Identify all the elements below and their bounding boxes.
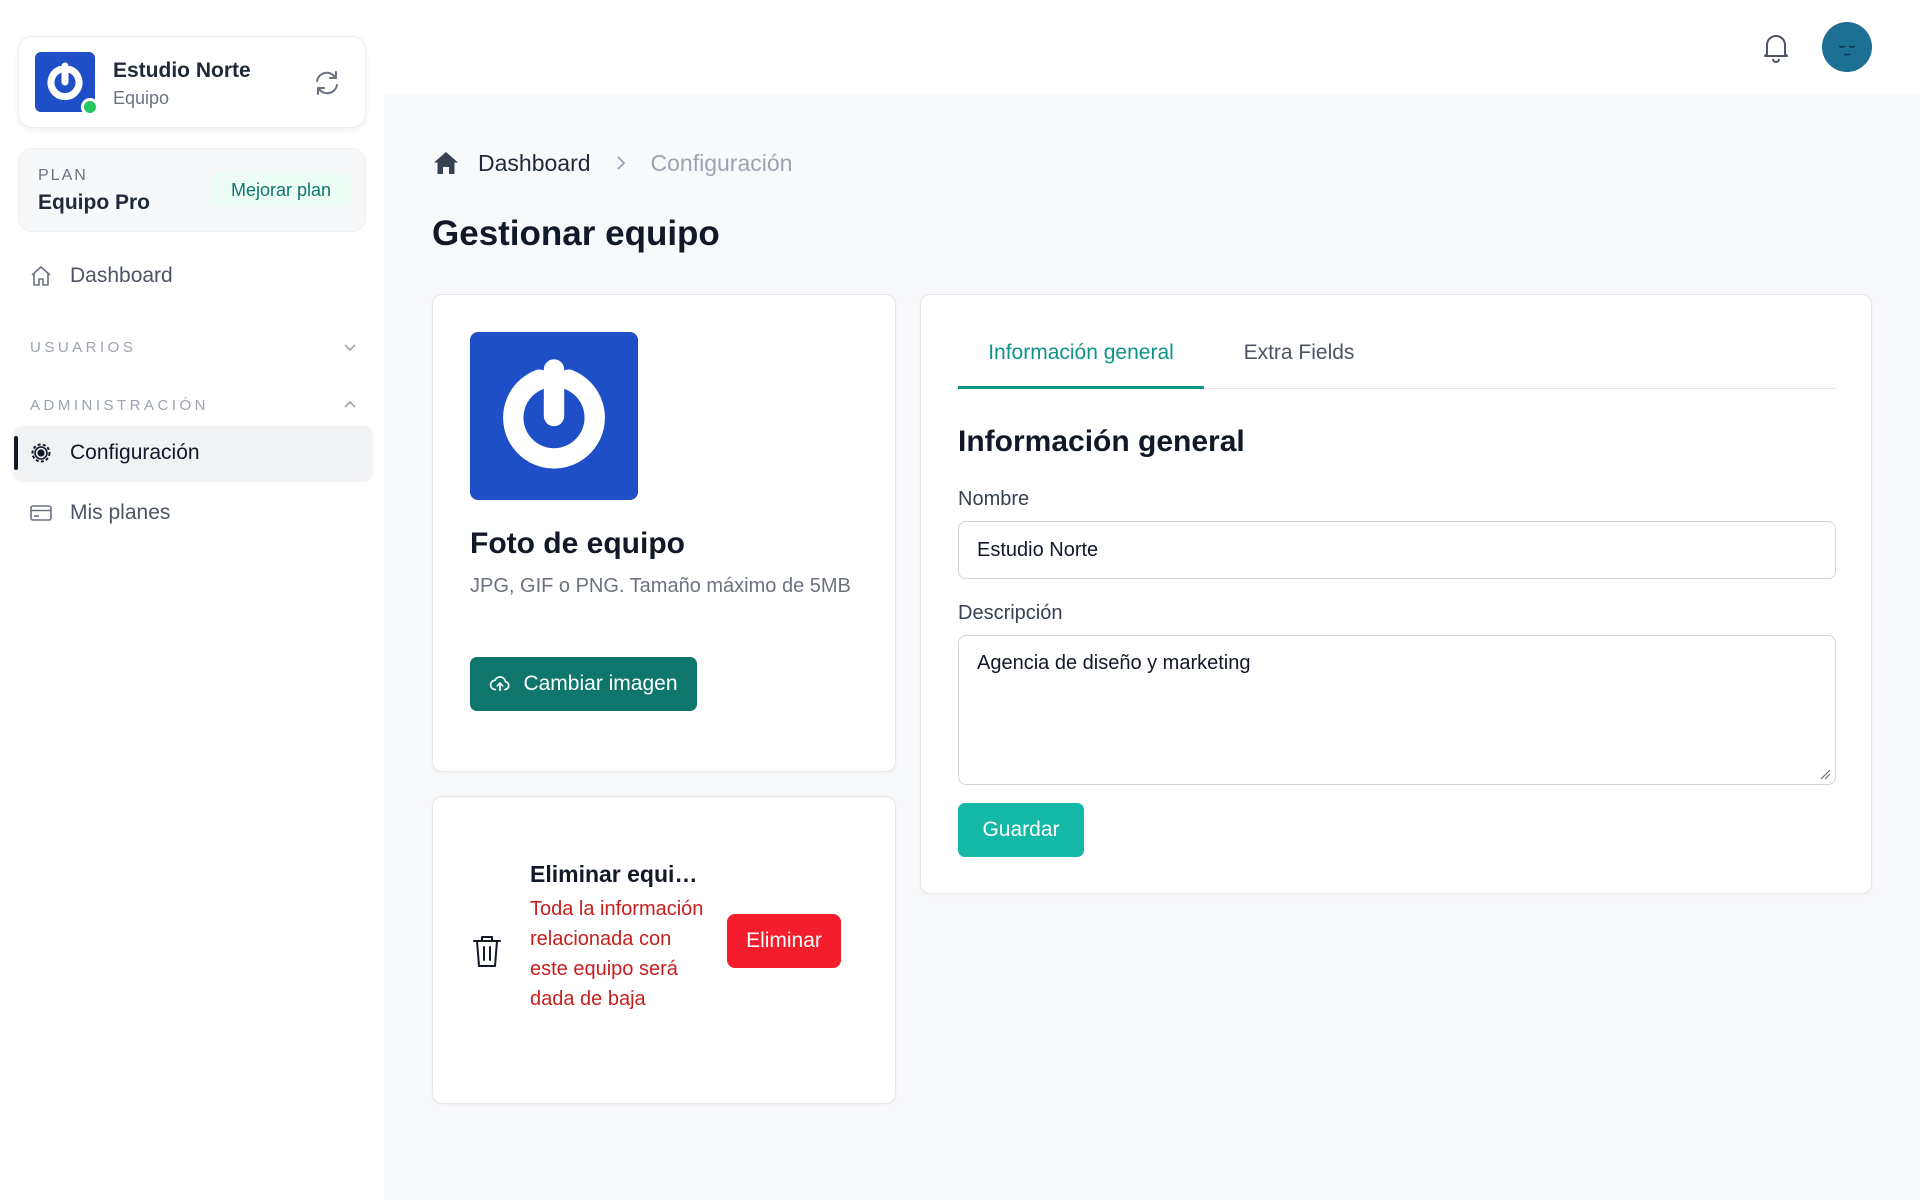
tab-informacion-general[interactable]: Información general (958, 331, 1204, 389)
photo-hint: JPG, GIF o PNG. Tamaño máximo de 5MB (470, 575, 851, 597)
tabs: Información general Extra Fields (958, 331, 1836, 389)
plan-name: Equipo Pro (38, 191, 150, 214)
sidebar-item-dashboard[interactable]: Dashboard (14, 249, 372, 303)
bell-icon[interactable] (1758, 29, 1794, 65)
change-image-button[interactable]: Cambiar imagen (470, 657, 697, 711)
team-photo-card: Foto de equipo JPG, GIF o PNG. Tamaño má… (432, 294, 896, 772)
plan-label: PLAN (38, 167, 88, 184)
online-status-dot (81, 98, 99, 116)
upgrade-plan-button[interactable]: Mejorar plan (211, 173, 351, 207)
team-name: Estudio Norte (113, 59, 251, 82)
plan-card: PLAN Equipo Pro Mejorar plan (18, 148, 366, 232)
page-title: Gestionar equipo (432, 214, 720, 253)
section-title: Información general (958, 425, 1245, 458)
team-photo (470, 332, 638, 500)
name-field[interactable]: Estudio Norte (958, 521, 1836, 579)
delete-team-card: Eliminar equipo Toda la información rela… (432, 796, 896, 1104)
delete-title: Eliminar equipo (530, 861, 700, 887)
chevron-right-icon (616, 156, 625, 170)
avatar[interactable] (1822, 22, 1872, 72)
sidebar-item-label: Mis planes (70, 501, 171, 524)
team-switcher[interactable]: Estudio Norte Equipo (18, 36, 366, 128)
sidebar-item-label: Dashboard (70, 264, 173, 287)
resize-handle-icon[interactable] (1819, 768, 1831, 780)
section-label: ADMINISTRACIÓN (30, 396, 210, 414)
general-info-card: Información general Extra Fields Informa… (920, 294, 1872, 894)
sidebar: Estudio Norte Equipo PLAN Equipo Pro Mej… (0, 0, 384, 1200)
active-indicator (14, 436, 18, 470)
description-label: Descripción (958, 602, 1063, 624)
home-icon (28, 263, 54, 289)
sidebar-item-label: Configuración (70, 441, 200, 464)
team-subtitle: Equipo (113, 88, 170, 108)
breadcrumb-current: Configuración (650, 149, 793, 176)
delete-team-button[interactable]: Eliminar (727, 914, 841, 968)
chevron-up-icon (344, 400, 356, 408)
change-image-label: Cambiar imagen (523, 672, 678, 695)
section-label: USUARIOS (30, 338, 137, 356)
section-administracion[interactable]: ADMINISTRACIÓN (30, 393, 358, 417)
home-icon[interactable] (432, 149, 460, 177)
description-value: Agencia de diseño y marketing (977, 652, 1251, 674)
cloud-upload-icon (490, 676, 510, 692)
description-field[interactable]: Agencia de diseño y marketing (958, 635, 1836, 785)
photo-title: Foto de equipo (470, 527, 685, 560)
delete-description: Toda la información relacionada con este… (530, 898, 704, 1010)
topbar (384, 0, 1920, 94)
save-button[interactable]: Guardar (958, 803, 1084, 857)
tab-extra-fields[interactable]: Extra Fields (1204, 331, 1394, 389)
gear-icon (28, 440, 54, 466)
sidebar-item-configuracion[interactable]: Configuración (14, 426, 372, 480)
trash-icon (471, 933, 503, 969)
breadcrumb-dashboard[interactable]: Dashboard (478, 150, 591, 177)
chevron-down-icon (344, 344, 356, 352)
breadcrumb: Dashboard Configuración (432, 148, 792, 178)
sidebar-item-mis-planes[interactable]: Mis planes (14, 486, 372, 540)
credit-card-icon (28, 500, 54, 526)
section-usuarios[interactable]: USUARIOS (30, 335, 358, 359)
switch-icon[interactable] (311, 67, 343, 99)
name-label: Nombre (958, 488, 1030, 510)
